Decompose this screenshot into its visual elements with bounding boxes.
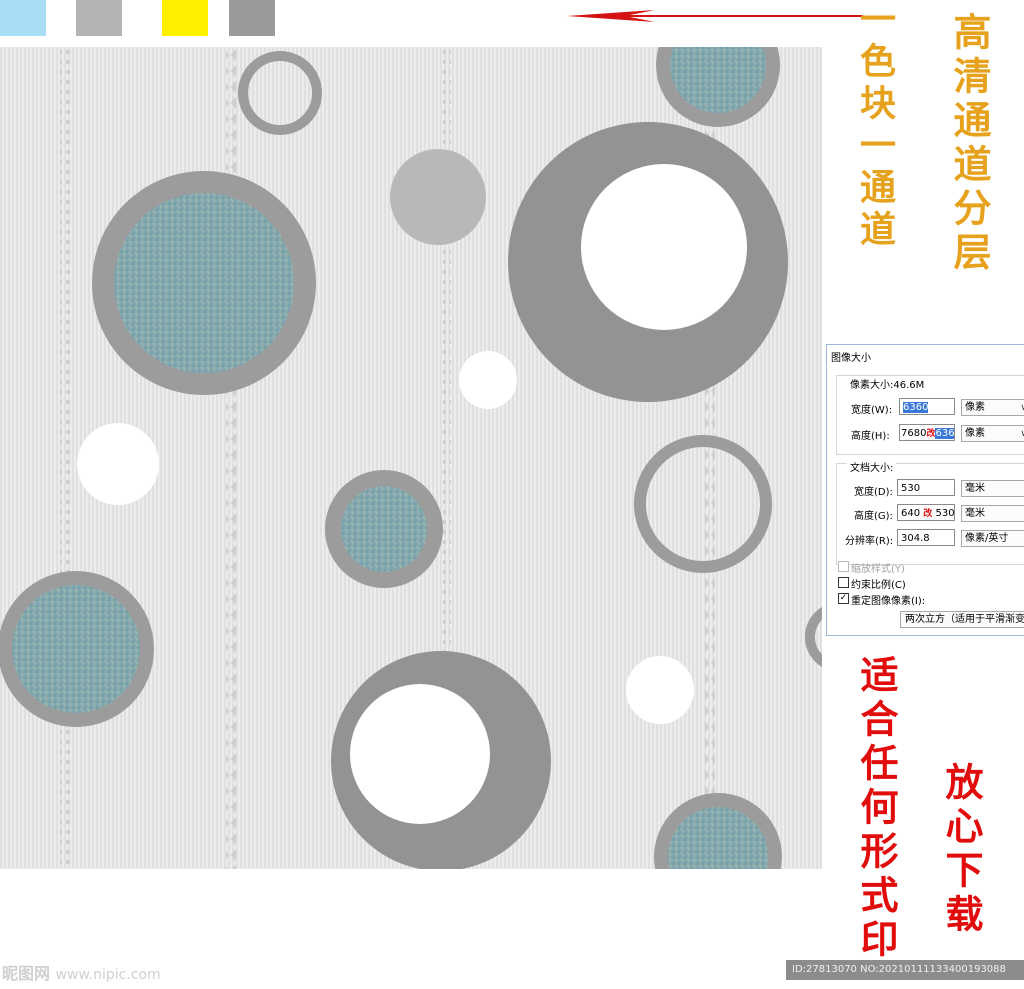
pixel-height-unit-select[interactable]: 像素 ∨	[961, 425, 1024, 442]
dialog-title: 图像大小	[831, 353, 871, 364]
swatch-light-gray	[76, 0, 122, 36]
caption-download-freely: 放心下载	[939, 762, 984, 938]
image-id-bar: ID:27813070 NO:20210111133400193088	[786, 960, 1024, 980]
resolution-unit: 像素/英寸	[965, 533, 1009, 544]
doc-width-input[interactable]: 530	[897, 479, 955, 496]
pixel-height-old-value: 7680	[901, 428, 927, 439]
resolution-unit-select[interactable]: 像素/英寸	[961, 530, 1024, 547]
watermark-site: www.nipic.com	[55, 967, 161, 983]
pixel-width-label: 宽度(W):	[851, 405, 893, 416]
pixel-width-input[interactable]: 6360	[899, 398, 955, 415]
pixel-height-label: 高度(H):	[851, 431, 890, 442]
pixel-width-unit-select[interactable]: 像素 ∨	[961, 399, 1024, 416]
doc-width-unit-select[interactable]: 毫米	[961, 480, 1024, 497]
caption-suitable-any-print: 适合任何形式印	[854, 655, 899, 963]
arrow-left-icon	[567, 10, 863, 22]
document-size-label: 文档大小:	[847, 459, 897, 474]
scale-styles-label: 缩放样式(Y)	[851, 564, 905, 575]
swatch-gray	[229, 0, 275, 36]
pixel-width-value: 6360	[903, 402, 929, 413]
doc-height-old-value: 640	[901, 508, 921, 519]
pixel-height-new-value: 6360	[935, 428, 954, 439]
constrain-proportions-label: 约束比例(C)	[851, 580, 906, 591]
doc-height-unit-select[interactable]: 毫米	[961, 505, 1024, 522]
constrain-proportions-checkbox[interactable]	[838, 577, 849, 588]
doc-height-label: 高度(G):	[854, 511, 893, 522]
doc-width-unit: 毫米	[965, 483, 985, 494]
pixel-height-input[interactable]: 7680改6360	[899, 424, 955, 441]
watermark: 昵图网 www.nipic.com	[2, 960, 161, 984]
chevron-down-icon: ∨	[1020, 429, 1024, 439]
resample-checkbox[interactable]: ✓	[838, 593, 849, 604]
image-size-dialog: 图像大小 像素大小:46.6M 宽度(W): 6360 像素 ∨ 高度(H): 7…	[826, 344, 1024, 636]
pixel-height-unit: 像素	[965, 428, 985, 439]
doc-height-new-value: 530	[935, 508, 955, 519]
pixel-dimensions-label: 像素大小:46.6M	[847, 376, 928, 391]
doc-height-input[interactable]: 640 改 530	[897, 504, 955, 521]
doc-width-label: 宽度(D):	[854, 487, 893, 498]
caption-hd-channel-layers: 高清通道分层	[947, 12, 992, 276]
chevron-down-icon: ∨	[1020, 403, 1024, 413]
watermark-brand: 昵图网	[2, 964, 51, 983]
swatch-light-blue	[0, 0, 46, 36]
resolution-input[interactable]: 304.8	[897, 529, 955, 546]
resolution-label: 分辨率(R):	[845, 536, 894, 547]
swatch-yellow	[162, 0, 208, 36]
caption-color-block-channel: 一色块一通道	[854, 0, 896, 252]
resample-method-select[interactable]: 两次立方（适用于平滑渐变	[900, 611, 1024, 628]
doc-height-unit: 毫米	[965, 508, 985, 519]
scale-styles-checkbox[interactable]	[838, 561, 849, 572]
pixel-width-unit: 像素	[965, 402, 985, 413]
resample-label: 重定图像像素(I):	[851, 596, 926, 607]
wallpaper-pattern	[0, 47, 822, 869]
change-annotation: 改	[923, 509, 933, 519]
